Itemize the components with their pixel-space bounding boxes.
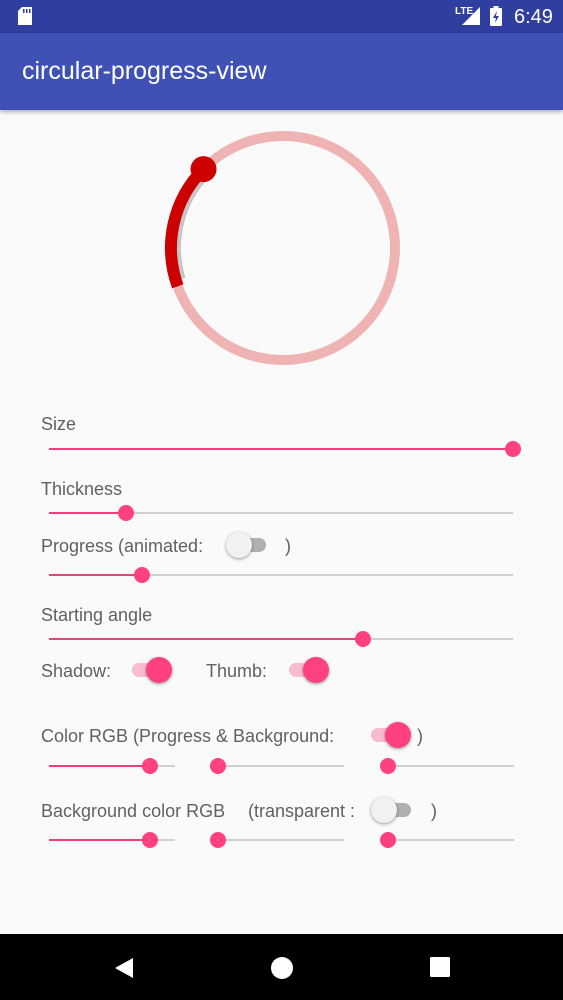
color-red-slider-thumb[interactable]	[141, 758, 158, 774]
circular-progress-view[interactable]	[160, 125, 406, 371]
size-slider-thumb[interactable]	[505, 441, 521, 457]
color-rgb-switch[interactable]	[367, 721, 411, 749]
transparent-label: (transparent :	[248, 801, 356, 821]
background-color-rgb-label: Background color RGB	[41, 801, 226, 821]
thickness-slider[interactable]	[49, 503, 513, 523]
progress-slider[interactable]	[49, 565, 513, 585]
navigation-bar	[0, 934, 563, 1000]
home-icon[interactable]	[270, 956, 294, 980]
shadow-label: Shadow:	[41, 661, 112, 681]
status-bar: LTE 6:49	[0, 0, 563, 33]
transparent-switch[interactable]	[371, 796, 415, 824]
size-slider[interactable]	[49, 439, 521, 459]
background-red-slider[interactable]	[49, 830, 175, 850]
signal-icon	[462, 7, 480, 25]
thumb-switch[interactable]	[285, 656, 329, 684]
thickness-slider-thumb[interactable]	[118, 505, 135, 521]
color-blue-slider[interactable]	[380, 756, 514, 776]
starting-angle-label: Starting angle	[41, 605, 153, 625]
starting-angle-slider-thumb[interactable]	[355, 631, 372, 647]
color-red-slider[interactable]	[49, 756, 175, 776]
color-green-slider[interactable]	[210, 756, 344, 776]
background-blue-slider-thumb[interactable]	[380, 832, 396, 848]
background-red-slider-thumb[interactable]	[141, 832, 158, 848]
sd-card-icon	[18, 7, 32, 25]
back-icon[interactable]	[113, 956, 135, 980]
color-blue-slider-thumb[interactable]	[380, 758, 396, 774]
progress-thumb[interactable]	[190, 156, 217, 183]
progress-label: Progress (animated:	[41, 536, 204, 556]
thickness-label: Thickness	[41, 479, 123, 499]
thumb-label: Thumb:	[206, 661, 268, 681]
background-green-slider-thumb[interactable]	[210, 832, 226, 848]
progress-label-close: )	[285, 536, 291, 556]
starting-angle-slider[interactable]	[49, 629, 513, 649]
app-bar: circular-progress-view	[0, 33, 563, 110]
color-rgb-label-close: )	[417, 726, 423, 746]
app-title: circular-progress-view	[22, 57, 267, 85]
background-green-slider[interactable]	[210, 830, 344, 850]
progress-slider-thumb[interactable]	[133, 567, 150, 583]
recents-icon[interactable]	[429, 956, 451, 978]
color-green-slider-thumb[interactable]	[210, 758, 226, 774]
background-color-rgb-label-close: )	[431, 801, 437, 821]
shadow-switch[interactable]	[128, 656, 172, 684]
size-label: Size	[41, 414, 77, 434]
battery-charging-icon	[490, 6, 502, 26]
background-blue-slider[interactable]	[380, 830, 514, 850]
clock: 6:49	[514, 6, 553, 28]
progress-animated-switch[interactable]	[226, 531, 270, 559]
color-rgb-label: Color RGB (Progress & Background:	[41, 726, 335, 746]
